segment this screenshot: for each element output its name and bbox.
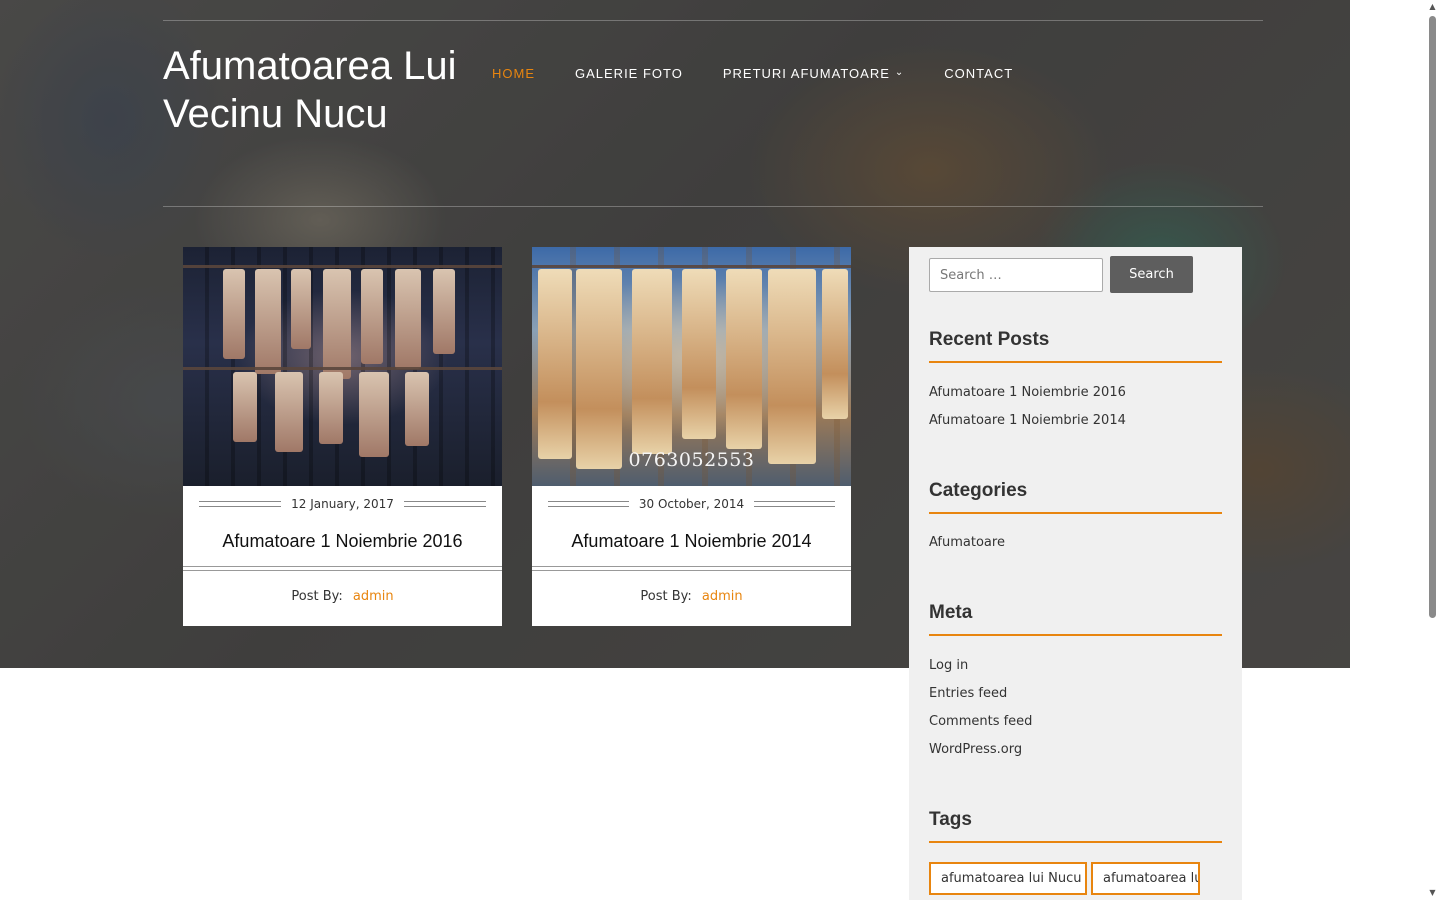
image-phone-overlay: 0763052553 — [628, 449, 755, 471]
meat-slab — [682, 269, 716, 439]
recent-post-link[interactable]: Afumatoare 1 Noiembrie 2016 — [929, 385, 1126, 400]
post-meta: Post By: admin — [532, 589, 851, 604]
meat-slab — [323, 269, 351, 379]
meat-slab — [275, 372, 303, 452]
nav-label: GALERIE FOTO — [575, 65, 683, 81]
post-divider — [532, 566, 851, 571]
recent-post-link[interactable]: Afumatoare 1 Noiembrie 2014 — [929, 413, 1126, 428]
page-scrollbar[interactable]: ▲ ▼ — [1425, 0, 1440, 900]
site-title[interactable]: Afumatoarea Lui Vecinu Nucu — [163, 42, 463, 138]
search-button[interactable]: Search — [1110, 256, 1193, 293]
meat-slab — [726, 269, 762, 449]
post-title[interactable]: Afumatoare 1 Noiembrie 2016 — [183, 531, 502, 552]
meta-link-log-in[interactable]: Log in — [929, 658, 968, 673]
post-date: 30 October, 2014 — [548, 497, 835, 511]
post-date: 12 January, 2017 — [199, 497, 486, 511]
meat-slab — [632, 269, 672, 454]
meat-slab — [433, 269, 455, 354]
widget-title-recent-posts: Recent Posts — [929, 329, 1222, 363]
post-divider — [183, 566, 502, 571]
main-nav: HOME GALERIE FOTO PRETURI AFUMATOARE ⌄ CO… — [492, 64, 1053, 82]
scroll-thumb[interactable] — [1429, 16, 1436, 618]
search-input[interactable] — [929, 258, 1103, 292]
tag-link[interactable]: afumatoarea lui Nucu — [929, 862, 1087, 895]
widget-title-meta: Meta — [929, 602, 1222, 636]
meat-slab — [768, 269, 816, 464]
post-card: 0763052553 30 October, 2014 Afumatoare 1… — [532, 247, 851, 626]
meat-slab — [538, 269, 572, 459]
meta-link-wordpress-org[interactable]: WordPress.org — [929, 742, 1022, 757]
post-byline-label: Post By: — [291, 589, 343, 604]
post-meta: Post By: admin — [183, 589, 502, 604]
meat-slab — [576, 269, 622, 469]
scroll-down-icon[interactable]: ▼ — [1425, 886, 1440, 900]
date-divider — [754, 501, 835, 507]
meat-slab — [233, 372, 257, 442]
meta-link-comments-feed[interactable]: Comments feed — [929, 714, 1032, 729]
post-date-text[interactable]: 30 October, 2014 — [629, 497, 754, 511]
header-top-divider — [163, 20, 1263, 21]
post-title[interactable]: Afumatoare 1 Noiembrie 2014 — [532, 531, 851, 552]
nav-label: PRETURI AFUMATOARE — [722, 65, 890, 81]
nav-label: CONTACT — [944, 65, 1014, 81]
nav-item-galerie-foto[interactable]: GALERIE FOTO — [575, 64, 683, 82]
meat-slab — [319, 372, 343, 444]
post-byline-label: Post By: — [640, 589, 692, 604]
meta-link-entries-feed[interactable]: Entries feed — [929, 686, 1007, 701]
date-divider — [403, 501, 486, 507]
header-bottom-divider — [163, 206, 1263, 207]
nav-item-home[interactable]: HOME — [492, 64, 535, 82]
post-thumbnail[interactable] — [183, 247, 502, 486]
post-thumbnail[interactable]: 0763052553 — [532, 247, 851, 486]
smoker-rod — [183, 265, 502, 268]
meat-slab — [255, 269, 281, 374]
widget-title-categories: Categories — [929, 480, 1222, 514]
smoker-rod — [532, 265, 851, 268]
chevron-down-icon[interactable]: ⌄ — [895, 67, 904, 78]
meat-slab — [405, 372, 429, 446]
widget-title-tags: Tags — [929, 809, 1222, 843]
meat-slab — [291, 269, 311, 349]
nav-item-preturi-afumatoare[interactable]: PRETURI AFUMATOARE ⌄ — [723, 64, 904, 82]
post-author-link[interactable]: admin — [353, 589, 394, 604]
meat-slab — [223, 269, 245, 359]
post-card: 12 January, 2017 Afumatoare 1 Noiembrie … — [183, 247, 502, 626]
date-divider — [548, 501, 629, 507]
scroll-up-icon[interactable]: ▲ — [1425, 0, 1440, 14]
meat-slab — [395, 269, 421, 369]
meat-slab — [361, 269, 383, 364]
category-link[interactable]: Afumatoare — [929, 535, 1005, 550]
nav-label: HOME — [492, 65, 535, 81]
meat-slab — [822, 269, 848, 419]
meat-slab — [359, 372, 389, 457]
date-divider — [199, 501, 282, 507]
post-author-link[interactable]: admin — [702, 589, 743, 604]
tag-link[interactable]: afumatoarea lui — [1091, 862, 1200, 895]
sidebar: Search Recent Posts Afumatoare 1 Noiembr… — [909, 247, 1242, 900]
post-date-text[interactable]: 12 January, 2017 — [281, 497, 404, 511]
smoker-rod — [183, 367, 502, 370]
nav-item-contact[interactable]: CONTACT — [944, 64, 1013, 82]
